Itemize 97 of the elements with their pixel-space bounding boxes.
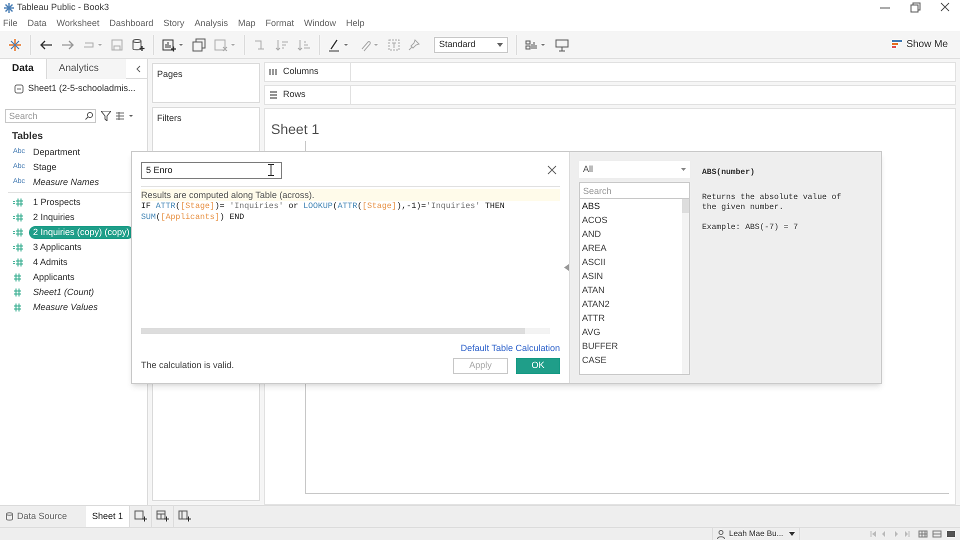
sheet-tab[interactable]: Sheet 1: [86, 506, 130, 528]
horizontal-scrollbar[interactable]: [141, 328, 550, 334]
menu-item[interactable]: Format: [265, 16, 294, 30]
category-dropdown[interactable]: All: [579, 161, 690, 178]
columns-icon: [269, 67, 278, 77]
sheet-tab[interactable]: Data Source: [0, 506, 86, 528]
data-field[interactable]: Stage: [33, 160, 57, 174]
text-cursor-icon: [268, 164, 274, 176]
data-source-icon: [14, 84, 24, 94]
measure-icon: [13, 288, 22, 297]
menu-item[interactable]: Analysis: [194, 16, 228, 30]
measure-icon: [13, 303, 22, 312]
bar-chart-icon: [892, 40, 902, 50]
data-field[interactable]: 4 Admits: [33, 256, 68, 270]
pages-card: Pages: [152, 63, 260, 103]
collapse-arrow-icon[interactable]: [564, 264, 569, 271]
section-heading: Tables: [11, 130, 44, 144]
calculated-measure-icon: [13, 228, 24, 237]
function-list-item[interactable]: AREA: [580, 241, 682, 255]
filter-icon[interactable]: [101, 111, 111, 121]
menu-item[interactable]: File: [3, 16, 18, 30]
function-list-item[interactable]: ATAN: [580, 283, 682, 297]
list-view-icon[interactable]: [932, 530, 942, 538]
function-list-item[interactable]: ASCII: [580, 255, 682, 269]
new-story-icon[interactable]: [178, 510, 192, 523]
new-worksheet-icon[interactable]: [162, 38, 184, 52]
presentation-icon[interactable]: [555, 38, 569, 52]
columns-shelf[interactable]: Columns: [264, 62, 956, 82]
function-list-item[interactable]: ATAN2: [580, 297, 682, 311]
vertical-scrollbar[interactable]: [682, 199, 689, 374]
function-list-item[interactable]: ASIN: [580, 269, 682, 283]
back-arrow-icon[interactable]: [39, 38, 53, 52]
user-menu[interactable]: Leah Mae Bu...: [712, 528, 800, 540]
caret-icon: [789, 532, 795, 536]
show-cards-icon[interactable]: [525, 38, 547, 52]
add-data-source-icon[interactable]: [131, 38, 145, 52]
menu-item[interactable]: Worksheet: [56, 16, 100, 30]
data-field[interactable]: 3 Applicants: [33, 240, 82, 254]
view-options-icon[interactable]: [115, 111, 135, 121]
new-worksheet-icon[interactable]: [134, 510, 148, 523]
calculation-name-field[interactable]: 5 Enro: [141, 162, 282, 178]
data-field[interactable]: Measure Values: [33, 300, 98, 314]
data-field[interactable]: Measure Names: [33, 176, 100, 190]
measure-icon: [13, 273, 22, 282]
grid-view-icon[interactable]: [918, 530, 928, 538]
rows-shelf[interactable]: Rows: [264, 85, 956, 105]
sheet-title: Sheet 1: [270, 120, 320, 139]
function-list-item[interactable]: AND: [580, 227, 682, 241]
menu-item[interactable]: Dashboard: [109, 16, 154, 30]
forward-arrow-icon[interactable]: [61, 38, 75, 52]
menu-item[interactable]: Help: [346, 16, 365, 30]
function-list-item[interactable]: BUFFER: [580, 339, 682, 353]
function-signature: ABS(number): [702, 168, 756, 178]
data-field[interactable]: 2 Inquiries: [33, 210, 75, 224]
search-icon: [85, 112, 93, 120]
pane-tab[interactable]: Analytics: [46, 58, 126, 78]
calculated-measure-icon: [13, 213, 24, 222]
highlight-pen-icon[interactable]: [328, 38, 350, 52]
data-field[interactable]: Applicants: [33, 270, 75, 284]
function-list-item[interactable]: ATTR: [580, 311, 682, 325]
function-example: Example: ABS(-7) = 7: [702, 223, 800, 233]
tableau-logo-icon[interactable]: [8, 38, 22, 52]
fit-dropdown[interactable]: Standard: [434, 36, 508, 52]
window-title: Tableau Public - Book3: [17, 1, 110, 14]
data-field[interactable]: Department: [33, 146, 80, 160]
new-dashboard-icon[interactable]: [156, 510, 170, 523]
person-icon: [717, 530, 725, 538]
menu-item[interactable]: Data: [28, 16, 47, 30]
function-description: Returns the absolute value of the given number.: [702, 193, 842, 213]
close-icon[interactable]: [547, 165, 557, 175]
table-calculation-note: Results are computed along Table (across).: [141, 189, 560, 201]
data-field[interactable]: 1 Prospects: [33, 196, 81, 210]
calculated-measure-icon: [13, 243, 24, 252]
caret-icon: [681, 168, 686, 171]
data-source-name[interactable]: Sheet1 (2-5-schooladmis...: [28, 82, 136, 96]
tableau-logo-icon: [4, 3, 14, 13]
menu-item[interactable]: Map: [238, 16, 256, 30]
shelf-label: Columns: [283, 65, 319, 78]
function-list-item[interactable]: AVG: [580, 325, 682, 339]
filmstrip-view-icon[interactable]: [946, 530, 956, 538]
function-list-item[interactable]: ABS: [580, 199, 682, 213]
function-list-item[interactable]: CASE: [580, 353, 682, 367]
database-icon: [6, 512, 13, 521]
function-list-item[interactable]: ACOS: [580, 213, 682, 227]
function-search-field[interactable]: Search: [579, 182, 690, 199]
menu-item[interactable]: Story: [163, 16, 184, 30]
rows-icon: [269, 90, 278, 100]
data-field[interactable]: Sheet1 (Count): [33, 286, 94, 300]
duplicate-sheet-icon[interactable]: [192, 38, 206, 52]
caret-icon: [497, 42, 503, 46]
shelf-label: Rows: [283, 88, 306, 102]
calculated-measure-icon: [13, 198, 24, 207]
default-table-calculation-link[interactable]: Default Table Calculation: [460, 342, 560, 355]
search-field[interactable]: Search: [5, 109, 96, 123]
menu-item[interactable]: Window: [304, 16, 336, 30]
show-me-button[interactable]: Show Me: [892, 37, 952, 52]
calculated-measure-icon: [13, 258, 24, 267]
